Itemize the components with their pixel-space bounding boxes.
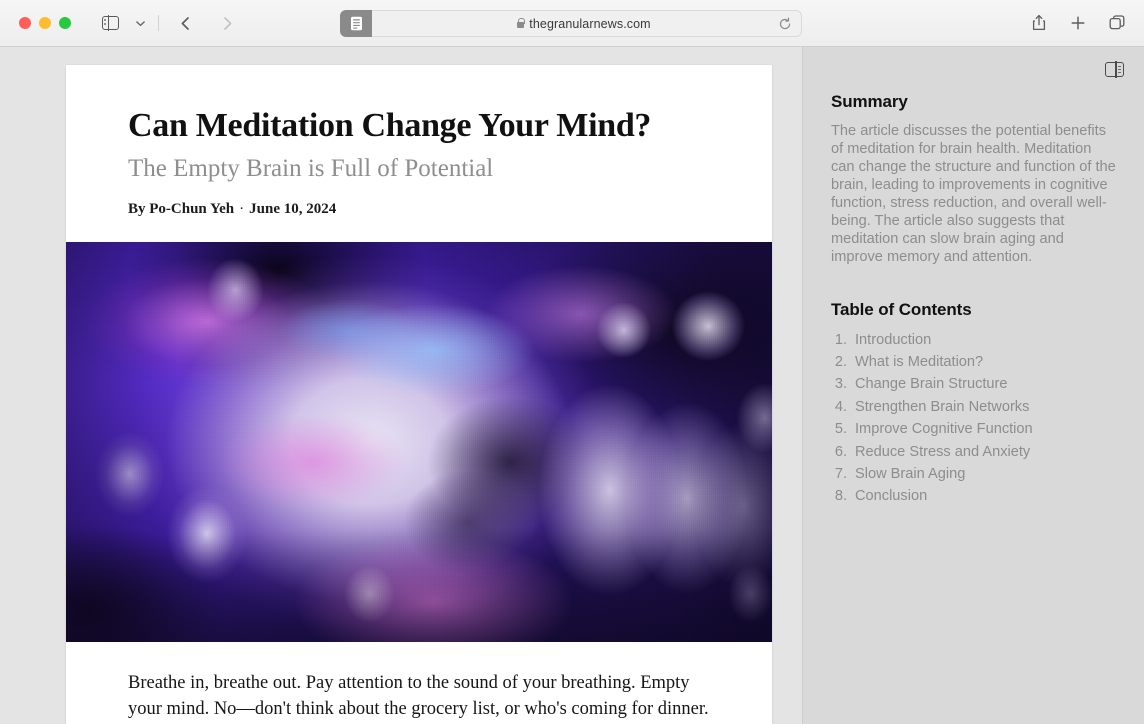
window-controls [19, 17, 71, 29]
new-tab-button[interactable] [1063, 9, 1093, 37]
toc-label: Conclusion [855, 488, 928, 505]
article-header: Can Meditation Change Your Mind? The Emp… [66, 65, 772, 242]
article-title: Can Meditation Change Your Mind? [128, 107, 652, 144]
minimize-button[interactable] [39, 17, 51, 29]
article-date: June 10, 2024 [249, 201, 337, 218]
share-button[interactable] [1024, 9, 1054, 37]
reload-icon [779, 17, 791, 30]
sidebar-toggle-button[interactable] [95, 9, 125, 37]
tab-overview-button[interactable] [1102, 9, 1132, 37]
toolbar-actions [1024, 9, 1132, 37]
toc-item[interactable]: 2. What is Meditation? [831, 351, 1116, 373]
browser-toolbar: thegranularnews.com [0, 0, 1144, 47]
address-bar[interactable]: thegranularnews.com [340, 10, 802, 37]
sidebar-content: Summary The article discusses the potent… [803, 92, 1144, 508]
toc-item[interactable]: 6. Reduce Stress and Anxiety [831, 440, 1116, 462]
summary-text: The article discusses the potential bene… [831, 123, 1116, 265]
navigation-group [95, 9, 242, 37]
toolbar-divider [158, 15, 159, 31]
toc-number: 4. [834, 398, 847, 415]
toc-number: 3. [834, 376, 847, 393]
article-byline: By Po-Chun Yeh · June 10, 2024 [128, 201, 710, 242]
toc-item[interactable]: 7. Slow Brain Aging [831, 463, 1116, 485]
hero-grain-texture [66, 242, 772, 643]
article-body: Breathe in, breathe out. Pay attention t… [66, 642, 772, 724]
browser-window: thegranularnews.com Can Meditation Chang… [0, 0, 1144, 724]
toc-number: 2. [834, 354, 847, 371]
url-text: thegranularnews.com [529, 16, 651, 31]
toc-number: 1. [834, 331, 847, 348]
lock-icon [517, 17, 526, 28]
web-content-area[interactable]: Can Meditation Change Your Mind? The Emp… [0, 47, 802, 724]
forward-chevron-icon [223, 16, 231, 30]
toc-number: 7. [834, 465, 847, 482]
toc-item[interactable]: 1. Introduction [831, 329, 1116, 351]
byline-separator: · [239, 201, 245, 218]
forward-button[interactable] [212, 9, 242, 37]
toc-label: What is Meditation? [855, 354, 984, 371]
toc-label: Change Brain Structure [855, 376, 1008, 393]
url-content: thegranularnews.com [517, 16, 651, 31]
reader-sidebar: Summary The article discusses the potent… [802, 47, 1144, 724]
reader-mode-button[interactable] [340, 10, 372, 37]
sidebar-icon [101, 15, 119, 31]
toc-label: Introduction [855, 331, 932, 348]
article-paragraph: Breathe in, breathe out. Pay attention t… [128, 673, 709, 720]
toc-label: Slow Brain Aging [855, 465, 966, 482]
article-subtitle: The Empty Brain is Full of Potential [128, 155, 494, 183]
toc-item[interactable]: 4. Strengthen Brain Networks [831, 396, 1116, 418]
toc-heading: Table of Contents [831, 299, 972, 319]
article-card: Can Meditation Change Your Mind? The Emp… [66, 65, 772, 724]
sidebar-hide-button[interactable] [1099, 56, 1129, 84]
toc-item[interactable]: 8. Conclusion [831, 485, 1116, 507]
zoom-button[interactable] [59, 17, 71, 29]
toc-number: 5. [834, 421, 847, 438]
table-of-contents: 1. Introduction 2. What is Meditation? 3… [831, 329, 1116, 508]
reader-mode-icon [350, 16, 362, 31]
plus-icon [1071, 16, 1085, 30]
chevron-down-icon [135, 20, 145, 26]
share-icon [1032, 14, 1046, 31]
toc-label: Improve Cognitive Function [855, 421, 1033, 438]
sidebar-topbar [803, 47, 1144, 92]
summary-heading: Summary [831, 92, 908, 111]
tab-overview-icon [1109, 15, 1124, 30]
sidebar-right-icon [1104, 61, 1124, 78]
toc-label: Strengthen Brain Networks [855, 398, 1030, 415]
toc-item[interactable]: 3. Change Brain Structure [831, 373, 1116, 395]
toc-item[interactable]: 5. Improve Cognitive Function [831, 418, 1116, 440]
toc-number: 6. [834, 443, 847, 460]
close-button[interactable] [19, 17, 31, 29]
back-button[interactable] [170, 9, 200, 37]
toc-label: Reduce Stress and Anxiety [855, 443, 1031, 460]
article-hero-image [66, 242, 772, 643]
toc-number: 8. [834, 488, 847, 505]
reload-button[interactable] [778, 17, 792, 36]
sidebar-options-button[interactable] [125, 9, 155, 37]
url-field[interactable]: thegranularnews.com [366, 10, 802, 37]
article-author: By Po-Chun Yeh [128, 201, 235, 218]
back-chevron-icon [181, 16, 189, 30]
